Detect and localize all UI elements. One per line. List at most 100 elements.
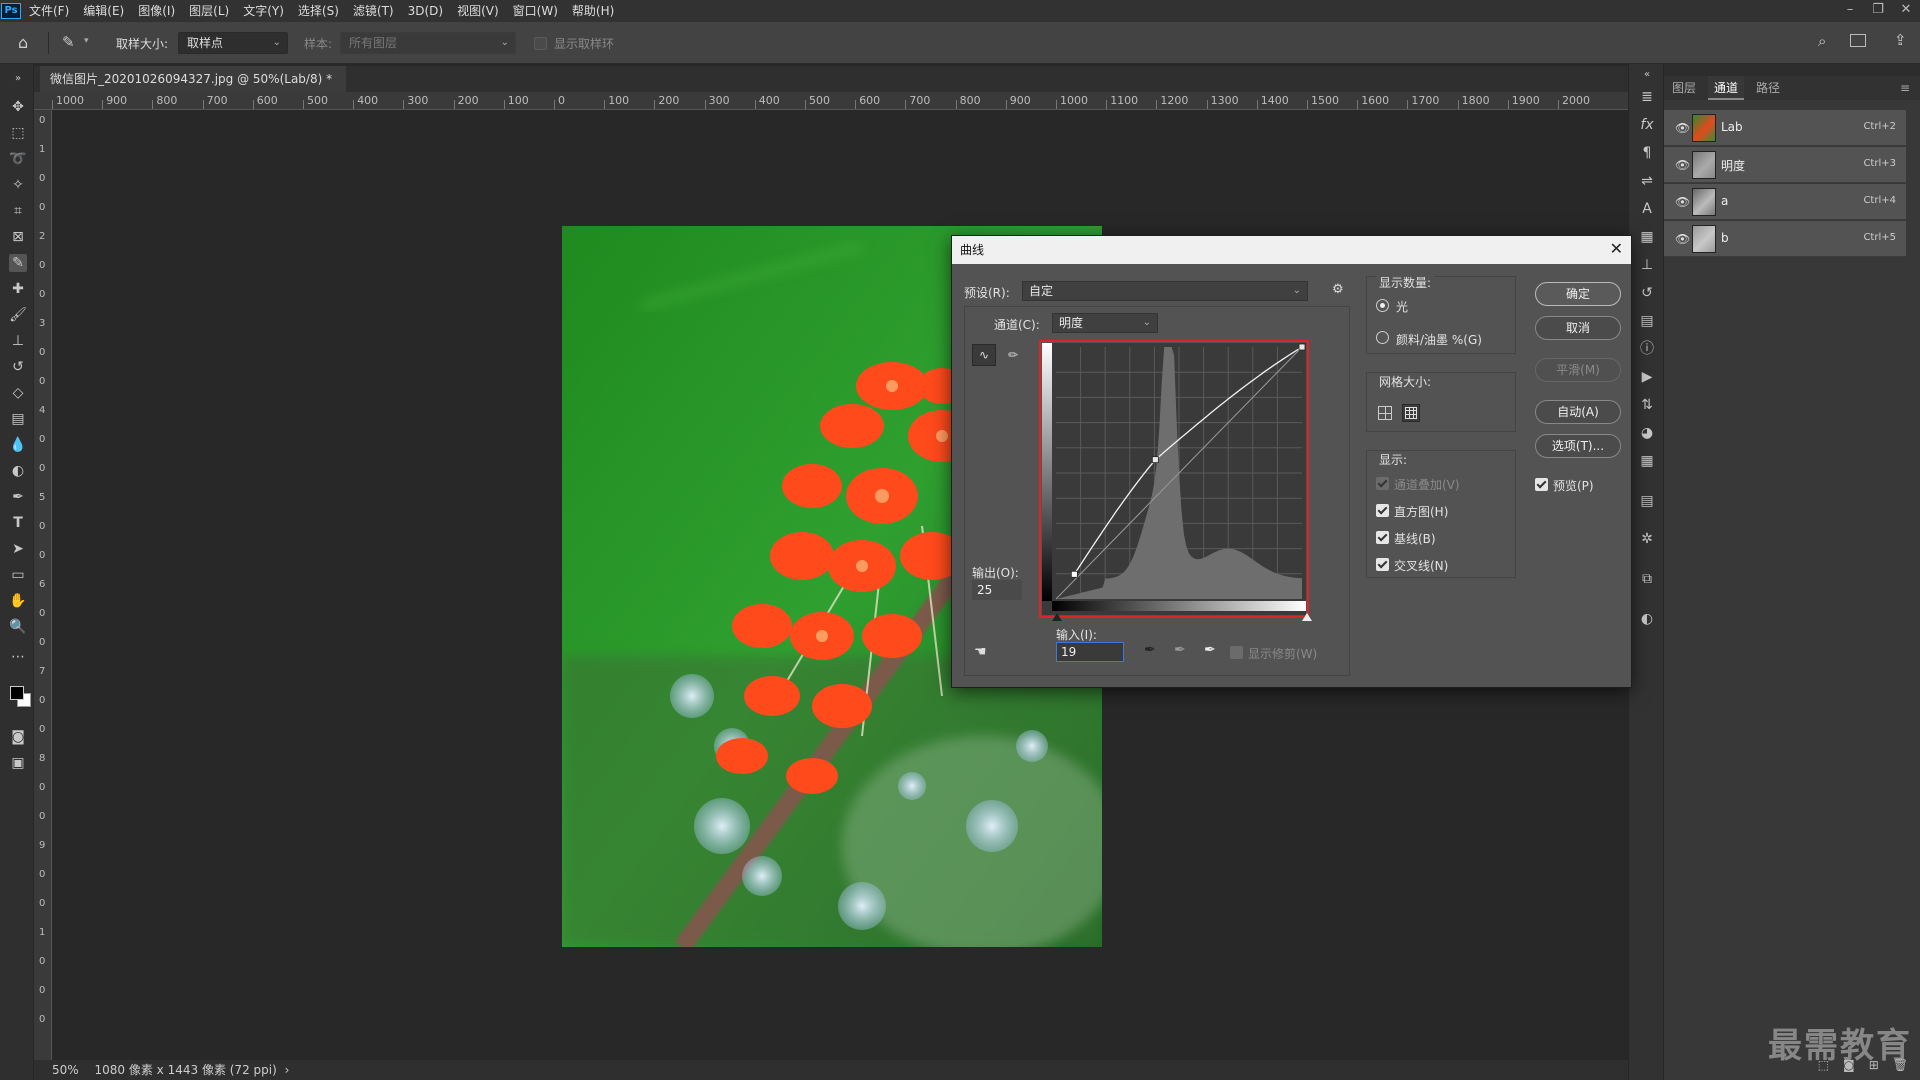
input-field[interactable]: 19 — [1056, 642, 1124, 662]
channel-select[interactable]: 明度 ⌄ — [1052, 313, 1158, 333]
contrast-icon[interactable]: ◐ — [1638, 610, 1656, 628]
curve-control-point[interactable] — [1070, 570, 1078, 578]
on-image-adjust-hand-icon[interactable]: ☚ — [974, 644, 987, 660]
menu-item[interactable]: 文字(Y) — [236, 0, 291, 22]
curve-graph[interactable] — [1042, 343, 1306, 615]
healing-brush-tool-icon[interactable]: ✚ — [9, 280, 27, 298]
preset-select[interactable]: 自定 ⌄ — [1022, 281, 1308, 301]
blur-tool-icon[interactable]: 💧 — [9, 436, 27, 454]
restore-icon[interactable]: ❐ — [1864, 0, 1892, 22]
gear-sun-icon[interactable]: ✲ — [1638, 530, 1656, 548]
visibility-eye-icon[interactable]: 👁 — [1675, 158, 1690, 172]
menu-item[interactable]: 图像(I) — [131, 0, 182, 22]
swatches-grid-icon[interactable]: ▦ — [1638, 452, 1656, 470]
properties-icon[interactable]: ▤ — [1638, 312, 1656, 330]
curve-control-point[interactable] — [1151, 456, 1159, 464]
marquee-tool-icon[interactable]: ⬚ — [9, 124, 27, 142]
path-selection-tool-icon[interactable]: ➤ — [9, 540, 27, 558]
black-eyedropper-icon[interactable]: ✒ — [1144, 642, 1156, 658]
home-icon[interactable]: ⌂ — [18, 33, 28, 52]
foreground-color-swatch[interactable] — [10, 686, 24, 700]
show-option-checkbox[interactable] — [1376, 531, 1389, 544]
more-tools-icon[interactable]: ⋯ — [9, 648, 27, 666]
adjustments-icon[interactable]: ⇅ — [1638, 396, 1656, 414]
zoom-tool-icon[interactable]: 🔍 — [9, 618, 27, 636]
menu-item[interactable]: 视图(V) — [450, 0, 506, 22]
notes-icon[interactable]: ▤ — [1638, 492, 1656, 510]
eyedropper-tool-icon[interactable]: ✎ — [9, 254, 27, 272]
share-icon[interactable]: ⇪ — [1894, 31, 1907, 49]
sample-select[interactable]: 所有图层 ⌄ — [340, 32, 516, 54]
search-icon[interactable]: ⌕ — [1818, 32, 1826, 50]
curve-control-point[interactable] — [1298, 343, 1306, 351]
brush-settings-icon[interactable]: ≣ — [1638, 88, 1656, 106]
white-eyedropper-icon[interactable]: ✒ — [1204, 642, 1216, 658]
eraser-tool-icon[interactable]: ◇ — [9, 384, 27, 402]
detailed-grid-button[interactable] — [1402, 404, 1420, 422]
status-menu-icon[interactable]: › — [285, 1063, 290, 1077]
gradient-tool-icon[interactable]: ▤ — [9, 410, 27, 428]
white-point-slider[interactable] — [1302, 613, 1312, 621]
menu-item[interactable]: 图层(L) — [182, 0, 236, 22]
menu-item[interactable]: 滤镜(T) — [346, 0, 401, 22]
clone-source-icon[interactable]: ⊥ — [1638, 256, 1656, 274]
menu-item[interactable]: 帮助(H) — [565, 0, 621, 22]
menu-item[interactable]: 编辑(E) — [76, 0, 131, 22]
light-radio[interactable] — [1376, 299, 1389, 312]
history-icon[interactable]: ↺ — [1638, 284, 1656, 302]
channel-row-lab[interactable]: 👁 Lab Ctrl+2 — [1664, 110, 1906, 146]
show-option-checkbox[interactable] — [1376, 477, 1389, 490]
frame-tool-icon[interactable]: ⊠ — [9, 228, 27, 246]
menu-item[interactable]: 窗口(W) — [506, 0, 565, 22]
paragraph-icon[interactable]: ¶ — [1638, 144, 1656, 162]
brush-tool-icon[interactable]: 🖌 — [9, 306, 27, 324]
screen-mode-icon[interactable]: ▣ — [9, 754, 27, 772]
visibility-eye-icon[interactable]: 👁 — [1675, 232, 1690, 246]
show-clipping-checkbox[interactable] — [1230, 646, 1243, 659]
gray-eyedropper-icon[interactable]: ✒ — [1174, 642, 1186, 658]
zoom-level[interactable]: 50% — [52, 1063, 79, 1077]
quick-mask-icon[interactable]: ◙ — [9, 728, 27, 746]
simple-grid-icon[interactable] — [1378, 406, 1392, 420]
sample-size-select[interactable]: 取样点 ⌄ — [178, 32, 288, 54]
show-sampling-ring-checkbox[interactable] — [534, 37, 547, 50]
photoshop-logo[interactable]: Ps — [0, 0, 22, 22]
auto-button[interactable]: 自动(A) — [1535, 400, 1621, 424]
libraries-icon[interactable]: ⧉ — [1638, 570, 1656, 588]
curve-point-tool-icon[interactable]: ∿ — [972, 344, 996, 366]
menu-item[interactable]: 选择(S) — [291, 0, 346, 22]
show-option-checkbox[interactable] — [1376, 558, 1389, 571]
panel-menu-icon[interactable]: ≡ — [1900, 76, 1910, 100]
tab-layers[interactable]: 图层 — [1672, 76, 1696, 100]
history-brush-tool-icon[interactable]: ↺ — [9, 358, 27, 376]
fx-styles-icon[interactable]: fx — [1638, 116, 1656, 134]
info-icon[interactable]: ⓘ — [1638, 340, 1656, 358]
document-tab[interactable]: 微信图片_20201026094327.jpg @ 50%(Lab/8) * × — [40, 66, 346, 112]
menu-item[interactable]: 文件(F) — [22, 0, 76, 22]
crop-tool-icon[interactable]: ⌗ — [9, 202, 27, 220]
pen-tool-icon[interactable]: ✒ — [9, 488, 27, 506]
channel-row-lightness[interactable]: 👁 明度 Ctrl+3 — [1664, 147, 1906, 183]
channel-row-b[interactable]: 👁 b Ctrl+5 — [1664, 221, 1906, 257]
character-icon[interactable]: A — [1638, 200, 1656, 218]
adjust-sliders-icon[interactable]: ⇌ — [1638, 172, 1656, 190]
black-point-slider[interactable] — [1052, 613, 1062, 621]
actions-play-icon[interactable]: ▶ — [1638, 368, 1656, 386]
preview-checkbox[interactable] — [1535, 478, 1548, 491]
ok-button[interactable]: 确定 — [1535, 282, 1621, 306]
dodge-tool-icon[interactable]: ◐ — [9, 462, 27, 480]
collapse-toolbox-icon[interactable]: » — [9, 70, 27, 88]
tab-paths[interactable]: 路径 — [1756, 76, 1780, 100]
color-icon[interactable]: ◕ — [1638, 424, 1656, 442]
clone-stamp-tool-icon[interactable]: ⊥ — [9, 332, 27, 350]
hand-tool-icon[interactable]: ✋ — [9, 592, 27, 610]
dialog-title-bar[interactable]: 曲线 — [952, 236, 1631, 264]
visibility-eye-icon[interactable]: 👁 — [1675, 121, 1690, 135]
show-option-checkbox[interactable] — [1376, 504, 1389, 517]
close-window-icon[interactable]: ✕ — [1892, 0, 1920, 22]
lasso-tool-icon[interactable]: ➰ — [9, 150, 27, 168]
quick-select-tool-icon[interactable]: ✧ — [9, 176, 27, 194]
close-icon[interactable]: ✕ — [1610, 239, 1623, 258]
pencil-draw-icon[interactable]: ✏ — [1002, 344, 1024, 366]
eyedropper-tool-icon[interactable]: ✎ — [62, 33, 75, 51]
